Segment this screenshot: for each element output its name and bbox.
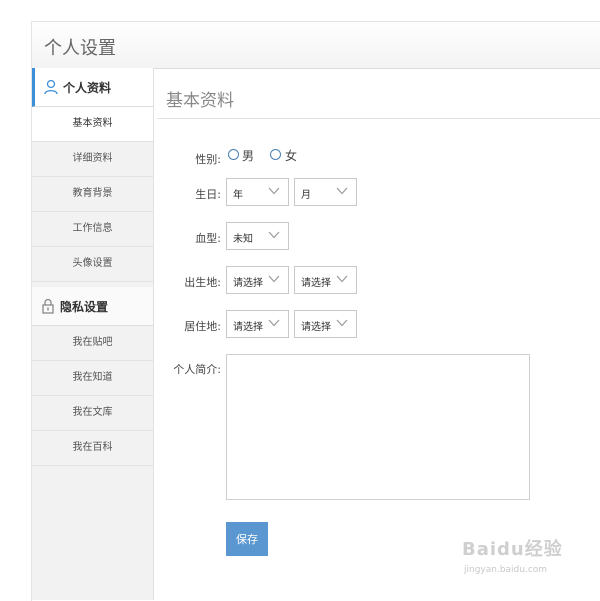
content-title: 基本资料 <box>166 91 234 111</box>
chevron-down-icon <box>336 187 348 195</box>
select-value: 请选择 <box>301 278 331 289</box>
gender-label: 性别: <box>195 153 221 166</box>
chevron-down-icon <box>268 187 280 195</box>
bio-label: 个人简介: <box>173 363 221 376</box>
chevron-down-icon <box>268 319 280 327</box>
page-header: 个人设置 <box>32 22 600 69</box>
select-value: 未知 <box>233 234 253 245</box>
page-title: 个人设置 <box>44 38 116 59</box>
bio-textarea[interactable] <box>226 354 530 500</box>
birthplace-label: 出生地: <box>184 276 221 289</box>
gender-male-label[interactable]: 男 <box>242 147 254 164</box>
lock-icon <box>42 298 54 314</box>
sidebar-item-baike[interactable]: 我在百科 <box>32 431 153 466</box>
residence-label: 居住地: <box>184 320 221 333</box>
birthplace-city-select[interactable]: 请选择 <box>294 266 357 294</box>
sidebar-item-basic-info[interactable]: 基本资料 <box>32 107 153 142</box>
select-value: 请选择 <box>233 322 263 333</box>
residence-city-select[interactable]: 请选择 <box>294 310 357 338</box>
user-icon <box>44 79 58 95</box>
watermark-brand: Baidu经验 <box>462 539 563 560</box>
sidebar-item-education[interactable]: 教育背景 <box>32 177 153 212</box>
select-value: 请选择 <box>233 278 263 289</box>
blood-type-label: 血型: <box>195 232 221 245</box>
select-value: 月 <box>301 190 311 201</box>
birthday-label: 生日: <box>195 188 221 201</box>
chevron-down-icon <box>268 231 280 239</box>
chevron-down-icon <box>268 275 280 283</box>
sidebar-section-label: 个人资料 <box>63 81 112 95</box>
sidebar-section-profile[interactable]: 个人资料 <box>32 68 153 107</box>
watermark: Baidu经验 jingyan.baidu.com <box>462 535 572 581</box>
sidebar-item-tieba[interactable]: 我在贴吧 <box>32 326 153 361</box>
gender-female-radio[interactable] <box>270 149 281 160</box>
sidebar-item-work[interactable]: 工作信息 <box>32 212 153 247</box>
sidebar-item-avatar[interactable]: 头像设置 <box>32 247 153 282</box>
birthplace-province-select[interactable]: 请选择 <box>226 266 289 294</box>
save-button[interactable]: 保存 <box>226 522 268 556</box>
birth-month-select[interactable]: 月 <box>294 178 357 206</box>
chevron-down-icon <box>336 319 348 327</box>
select-value: 年 <box>233 190 243 201</box>
sidebar-item-zhidao[interactable]: 我在知道 <box>32 361 153 396</box>
sidebar: 个人资料 基本资料 详细资料 教育背景 工作信息 头像设置 隐私设置 我在贴吧 … <box>32 68 154 600</box>
sidebar-item-wenku[interactable]: 我在文库 <box>32 396 153 431</box>
select-value: 请选择 <box>301 322 331 333</box>
sidebar-item-detail-info[interactable]: 详细资料 <box>32 142 153 177</box>
blood-type-select[interactable]: 未知 <box>226 222 289 250</box>
chevron-down-icon <box>336 275 348 283</box>
divider <box>157 118 600 119</box>
watermark-url: jingyan.baidu.com <box>464 565 548 575</box>
sidebar-section-privacy[interactable]: 隐私设置 <box>32 287 153 326</box>
gender-female-label[interactable]: 女 <box>285 147 297 164</box>
residence-province-select[interactable]: 请选择 <box>226 310 289 338</box>
sidebar-section-label: 隐私设置 <box>60 300 109 314</box>
birth-year-select[interactable]: 年 <box>226 178 289 206</box>
gender-male-radio[interactable] <box>228 149 239 160</box>
